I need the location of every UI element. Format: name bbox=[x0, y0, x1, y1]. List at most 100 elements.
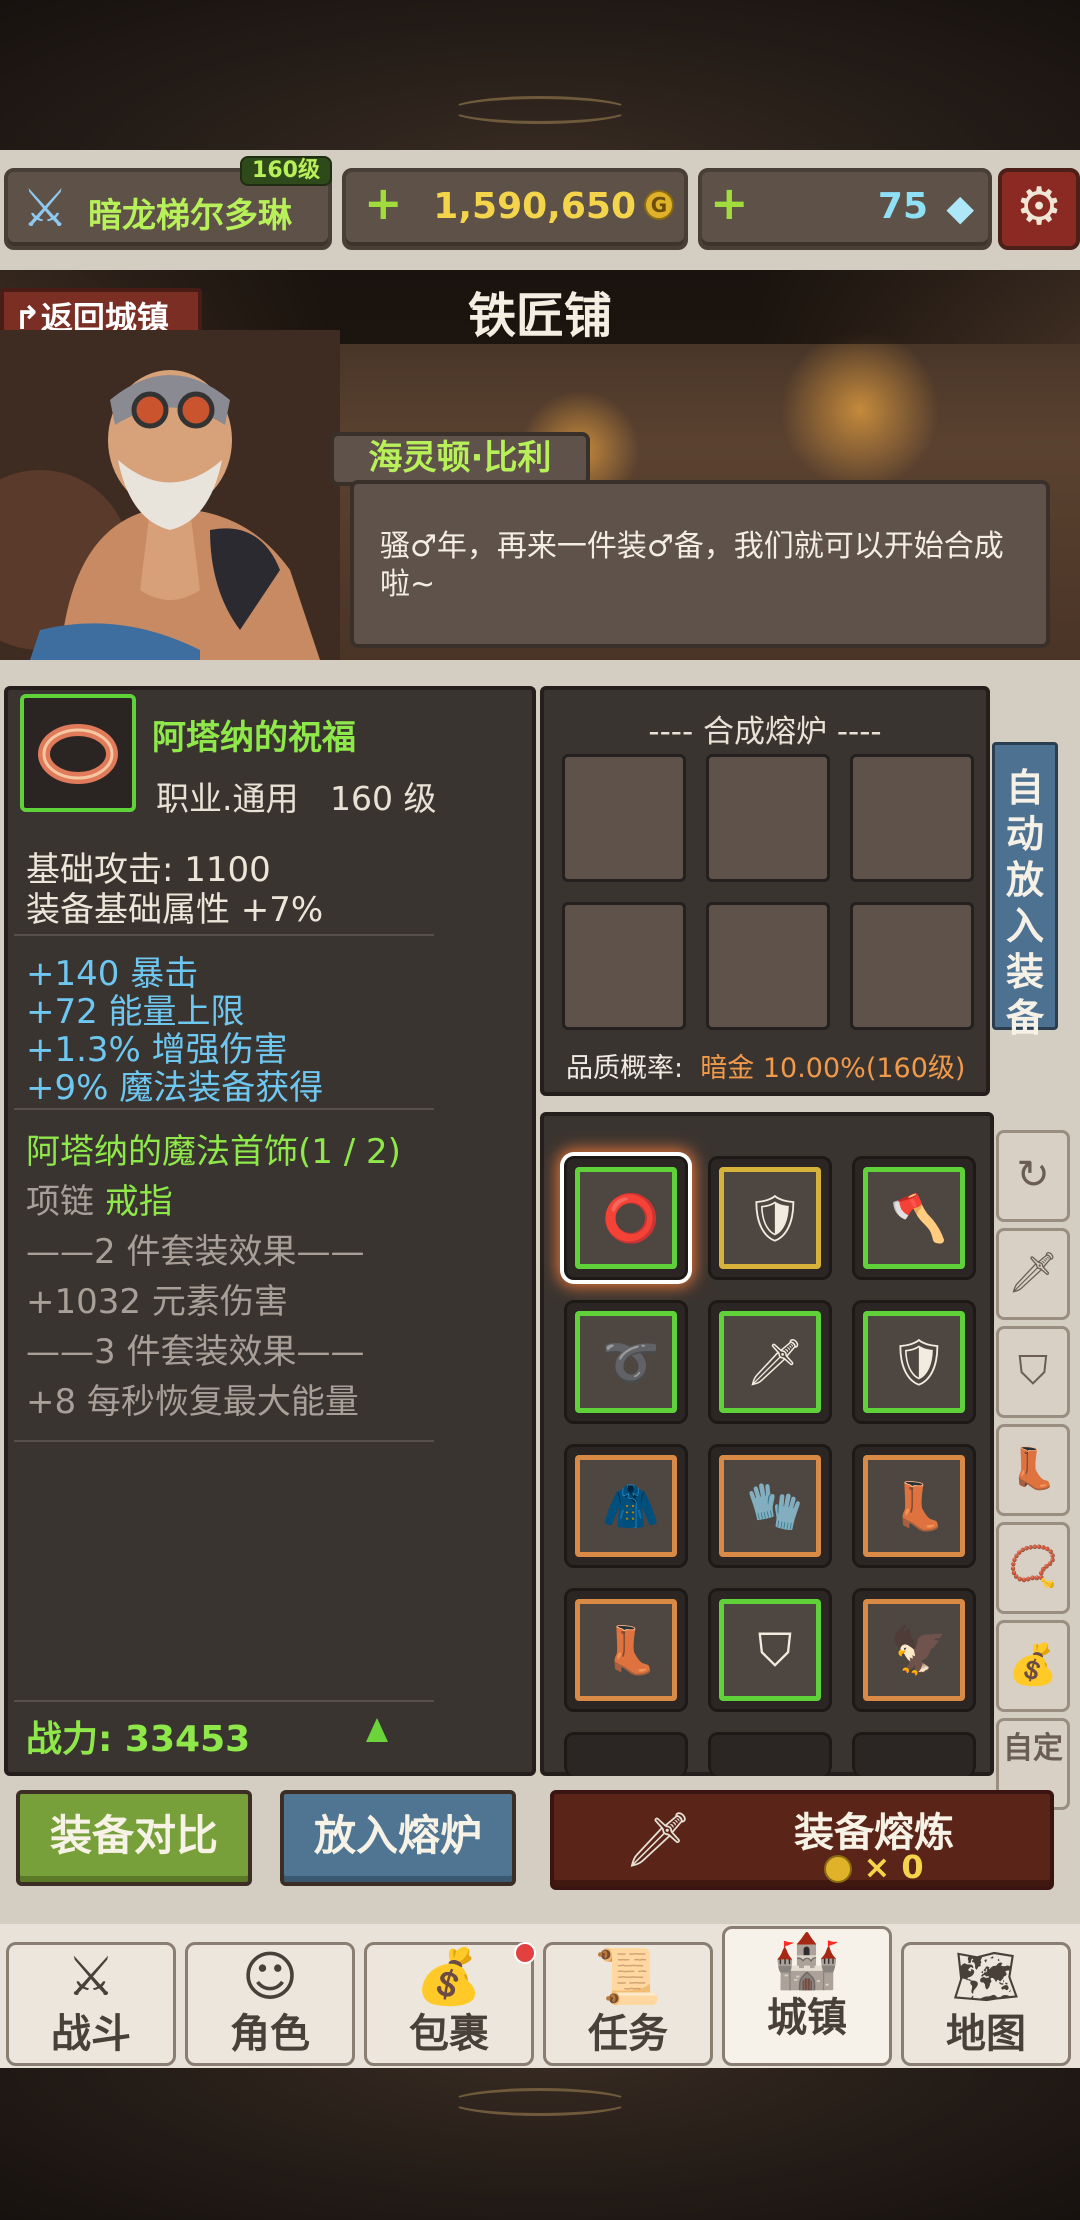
axe-icon: 🪓 bbox=[890, 1191, 948, 1245]
auto-insert-equipment-button[interactable]: 自动放入装备 bbox=[992, 742, 1058, 1040]
nav-tab-quest[interactable]: 📜 任务 bbox=[543, 1942, 713, 2066]
compare-equipment-button[interactable]: 装备对比 bbox=[16, 1790, 252, 1886]
inventory-slot[interactable]: 🪓 bbox=[852, 1156, 976, 1280]
npc-dialog-box: 骚♂年，再来一件装♂备，我们就可以开始合成啦~ bbox=[350, 480, 1050, 648]
item-class-level: 职业.通用 160 级 bbox=[156, 772, 436, 820]
settings-gear-icon[interactable]: ⚙ bbox=[998, 168, 1080, 250]
gem-pill: + 75 ◆ bbox=[698, 168, 992, 250]
inventory-slot[interactable]: 🗡 bbox=[708, 1300, 832, 1424]
nav-label: 城镇 bbox=[767, 1995, 847, 2041]
weapon-filter-icon[interactable]: 🗡 bbox=[996, 1228, 1070, 1320]
rarity-frame: 🪓 bbox=[863, 1167, 965, 1269]
inventory-slot[interactable]: ➰ bbox=[564, 1300, 688, 1424]
smelt-cost: × 0 bbox=[724, 1848, 1024, 1886]
rarity-frame: 🧥 bbox=[575, 1455, 677, 1557]
nav-label: 任务 bbox=[588, 2011, 668, 2057]
item-class: 职业.通用 bbox=[156, 779, 299, 818]
base-bonus: 装备基础属性 +7% bbox=[26, 890, 324, 930]
furnace-slot[interactable] bbox=[850, 902, 974, 1030]
quality-rate: 品质概率: 暗金 10.00%(160级) bbox=[566, 1046, 965, 1085]
inventory-slot[interactable]: 🛡 bbox=[708, 1156, 832, 1280]
add-gem-button[interactable]: + bbox=[710, 176, 749, 230]
furnace-slot[interactable] bbox=[562, 754, 686, 882]
sword-icon: 🗡 bbox=[745, 1335, 805, 1389]
inventory-slot[interactable]: 🧤 bbox=[708, 1444, 832, 1568]
tower-shield-icon: ⛉ bbox=[757, 1623, 793, 1677]
rarity-frame: 👢 bbox=[575, 1599, 677, 1701]
bottom-ornament bbox=[0, 2068, 1080, 2220]
item-portrait bbox=[20, 694, 136, 812]
refresh-icon[interactable]: ↻ bbox=[996, 1130, 1070, 1222]
swords-icon: ⚔ bbox=[66, 1945, 116, 2008]
furnace-slot[interactable] bbox=[850, 754, 974, 882]
boots-icon: 👢 bbox=[602, 1623, 660, 1677]
item-name: 阿塔纳的祝福 bbox=[152, 718, 356, 758]
nav-label: 战斗 bbox=[51, 2011, 131, 2057]
divider bbox=[14, 934, 434, 936]
nav-tab-castle[interactable]: 🏰 城镇 bbox=[722, 1926, 892, 2066]
divider bbox=[14, 1700, 434, 1702]
rarity-frame: 🦅 bbox=[863, 1599, 965, 1701]
bonus-stat: +9% 魔法装备获得 bbox=[26, 1068, 324, 1108]
inventory-slot[interactable]: ⭕ bbox=[564, 1156, 688, 1280]
quality-label: 品质概率: bbox=[566, 1053, 684, 1084]
boots-filter-icon[interactable]: 👢 bbox=[996, 1424, 1070, 1516]
dialog-text: 骚♂年，再来一件装♂备，我们就可以开始合成啦~ bbox=[380, 529, 1004, 602]
smelt-equipment-button[interactable]: 🗡 装备熔炼 × 0 bbox=[550, 1790, 1054, 1890]
chest-armor-icon: 🧥 bbox=[602, 1479, 660, 1533]
inventory-slot[interactable] bbox=[564, 1732, 688, 1776]
set3-header: ——3 件套装效果—— bbox=[26, 1332, 365, 1372]
smelt-cost-value: × 0 bbox=[863, 1848, 924, 1886]
furnace-slot[interactable] bbox=[706, 754, 830, 882]
nav-tab-bag[interactable]: 💰 包裹 bbox=[364, 1942, 534, 2066]
armor-icon: 🛡 bbox=[745, 1191, 805, 1245]
gold-coin-icon: G bbox=[644, 190, 674, 220]
shield-filter-icon[interactable]: ⛉ bbox=[996, 1326, 1070, 1418]
gold-amount: 1,590,650 bbox=[433, 186, 636, 227]
inventory-slot[interactable]: 🧥 bbox=[564, 1444, 688, 1568]
set-pieces: 项链 戒指 bbox=[26, 1174, 173, 1223]
level-badge: 160级 bbox=[240, 156, 332, 186]
shield-icon: 🛡 bbox=[889, 1335, 949, 1389]
ring-icon: ⭕ bbox=[602, 1191, 660, 1245]
notification-dot bbox=[514, 1942, 536, 1964]
power-up-arrow-icon bbox=[366, 1718, 388, 1742]
rarity-frame: 🧤 bbox=[719, 1455, 821, 1557]
rarity-frame: ➰ bbox=[575, 1311, 677, 1413]
set3-effect: +8 每秒恢复最大能量 bbox=[26, 1382, 359, 1422]
inventory-slot[interactable]: 🛡 bbox=[852, 1300, 976, 1424]
bag-filter-icon[interactable]: 💰 bbox=[996, 1620, 1070, 1712]
inventory-slot[interactable]: 👢 bbox=[852, 1444, 976, 1568]
quality-value: 暗金 10.00%(160级) bbox=[700, 1053, 966, 1084]
top-ornament bbox=[0, 0, 1080, 150]
furnace-slot[interactable] bbox=[562, 902, 686, 1030]
item-level: 160 级 bbox=[329, 779, 437, 818]
set-name: 阿塔纳的魔法首饰(1 / 2) bbox=[26, 1132, 401, 1172]
furnace-slot[interactable] bbox=[706, 902, 830, 1030]
gold-pill: + 1,590,650 G bbox=[342, 168, 688, 250]
inventory-slot[interactable]: 👢 bbox=[564, 1588, 688, 1712]
add-gold-button[interactable]: + bbox=[364, 176, 403, 230]
nav-label: 角色 bbox=[230, 2011, 310, 2057]
rarity-frame: ⛉ bbox=[719, 1599, 821, 1701]
nav-tab-map[interactable]: 🗺 地图 bbox=[901, 1942, 1071, 2066]
inventory-slot[interactable]: 🦅 bbox=[852, 1588, 976, 1712]
player-name: 暗龙梯尔多琳 bbox=[88, 196, 292, 236]
inventory-slot[interactable] bbox=[708, 1732, 832, 1776]
inventory-slot[interactable] bbox=[852, 1732, 976, 1776]
boots-icon: 👢 bbox=[890, 1479, 948, 1533]
nav-tab-character[interactable]: ☺ 角色 bbox=[185, 1942, 355, 2066]
map-icon: 🗺 bbox=[951, 1945, 1021, 2008]
divider bbox=[14, 1440, 434, 1442]
dagger-sparkle-icon: 🗡 bbox=[624, 1808, 693, 1871]
nav-tab-swords[interactable]: ⚔ 战斗 bbox=[6, 1942, 176, 2066]
necklace-filter-icon[interactable]: 📿 bbox=[996, 1522, 1070, 1614]
inventory-slot[interactable]: ⛉ bbox=[708, 1588, 832, 1712]
rarity-frame: ⭕ bbox=[575, 1167, 677, 1269]
rarity-frame: 🛡 bbox=[719, 1167, 821, 1269]
claw-icon: 🦅 bbox=[890, 1623, 948, 1677]
furnace-title: ---- 合成熔炉 ---- bbox=[648, 714, 882, 750]
put-in-furnace-button[interactable]: 放入熔炉 bbox=[280, 1790, 516, 1886]
gold-coin-icon bbox=[824, 1855, 853, 1883]
gem-amount: 75 bbox=[877, 186, 928, 227]
